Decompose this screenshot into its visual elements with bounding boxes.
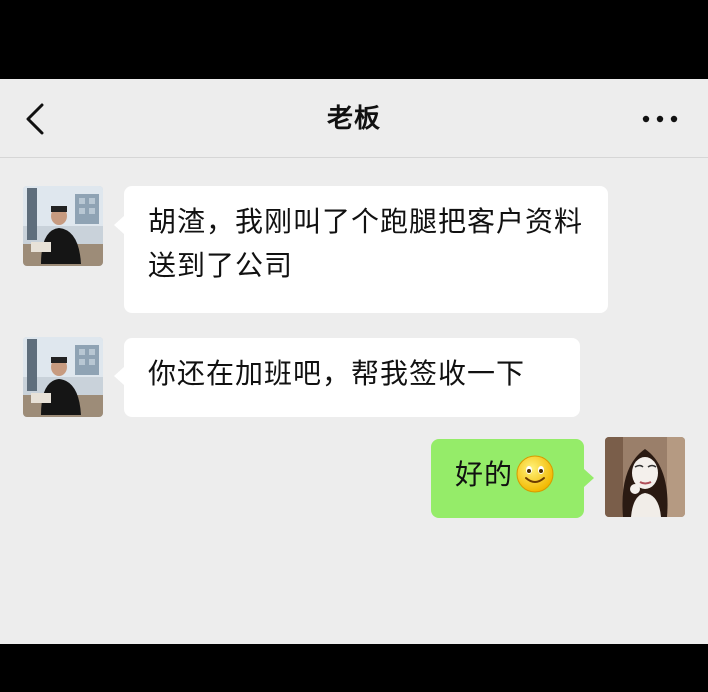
more-button[interactable] xyxy=(640,105,680,133)
chat-window: 老板 胡渣，我刚叫了个跑腿把客户资料送到了公司 你还在加班吧，帮我签收一下 好的 xyxy=(0,79,708,644)
bubble-tail xyxy=(584,469,594,487)
smile-emoji-icon xyxy=(516,455,554,493)
chat-header: 老板 xyxy=(0,79,708,158)
message-text: 好的 xyxy=(455,458,514,491)
boss-avatar-photo xyxy=(23,337,103,417)
message-bubble[interactable]: 好的 xyxy=(431,439,584,518)
boss-avatar[interactable] xyxy=(23,337,103,417)
message-text: 胡渣，我刚叫了个跑腿把客户资料送到了公司 xyxy=(148,205,584,282)
boss-avatar[interactable] xyxy=(23,186,103,266)
message-bubble[interactable]: 你还在加班吧，帮我签收一下 xyxy=(124,338,580,417)
chat-title: 老板 xyxy=(326,104,381,134)
my-avatar-photo xyxy=(605,437,685,517)
boss-avatar-photo xyxy=(23,186,103,266)
phone-screen: 老板 胡渣，我刚叫了个跑腿把客户资料送到了公司 你还在加班吧，帮我签收一下 好的 xyxy=(0,0,708,692)
my-avatar[interactable] xyxy=(605,437,685,517)
message-text: 你还在加班吧，帮我签收一下 xyxy=(148,357,526,390)
more-dots-icon xyxy=(642,115,678,123)
bubble-tail xyxy=(114,367,124,385)
bubble-tail xyxy=(114,216,124,234)
message-bubble[interactable]: 胡渣，我刚叫了个跑腿把客户资料送到了公司 xyxy=(124,186,608,313)
